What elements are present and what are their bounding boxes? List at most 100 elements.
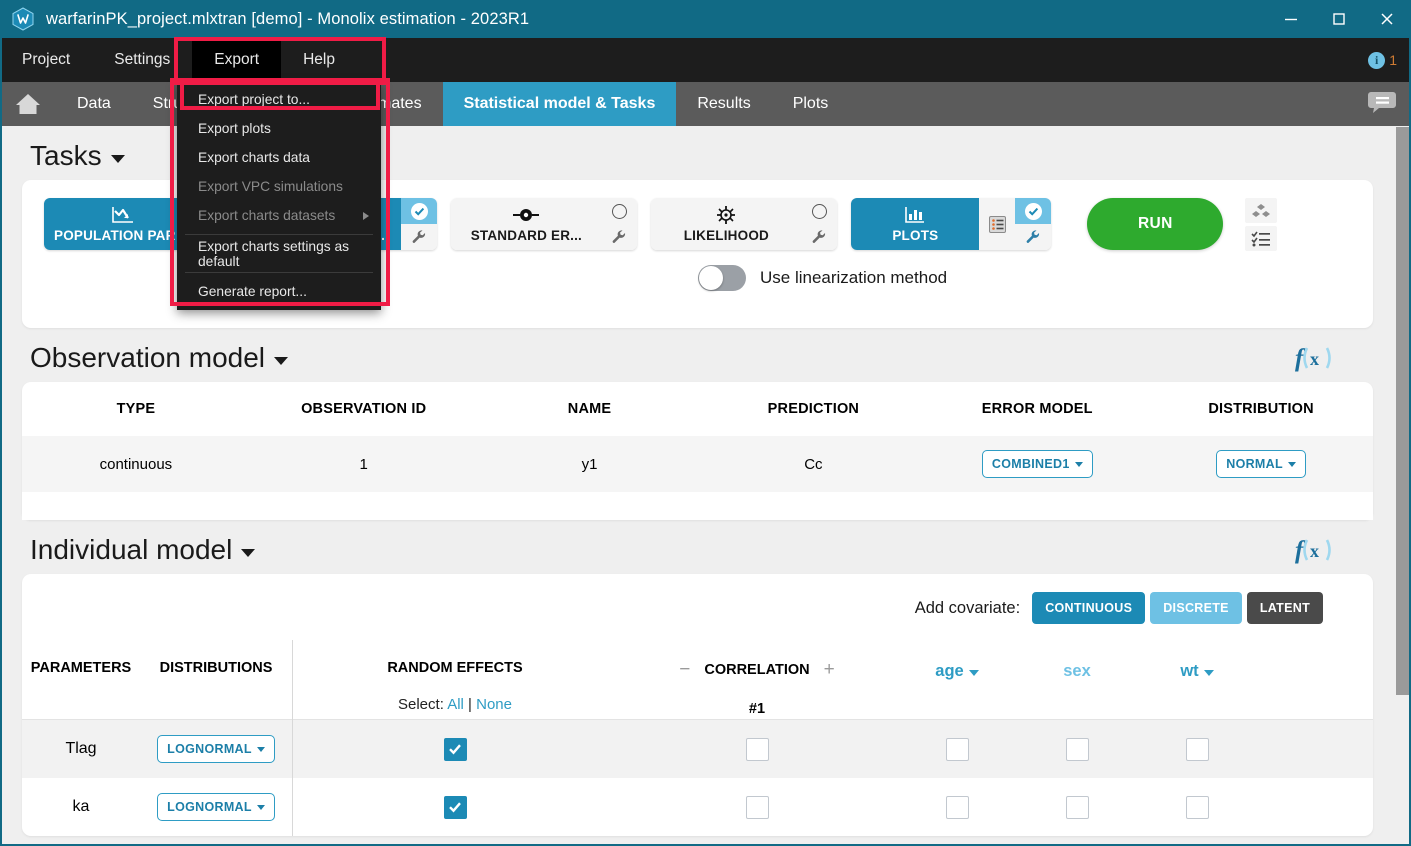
covariate-wt-dropdown[interactable]: wt	[1180, 662, 1214, 681]
menu-item-generate-report[interactable]: Generate report...	[177, 277, 381, 306]
fx-icon[interactable]: f x	[1293, 342, 1341, 374]
correlation-group-label: #1	[748, 701, 766, 717]
chevron-down-icon[interactable]	[274, 357, 289, 365]
covariate-sex-label-wrap[interactable]: sex	[1063, 662, 1091, 681]
tab-data[interactable]: Data	[56, 82, 132, 126]
use-linearization-toggle[interactable]	[698, 265, 746, 291]
vertical-scrollbar[interactable]	[1395, 126, 1411, 846]
chevron-down-icon[interactable]	[241, 549, 256, 557]
correlation-checkbox[interactable]	[745, 737, 769, 761]
tabbar-right	[1367, 82, 1411, 126]
fx-icon[interactable]: f x	[1293, 534, 1341, 566]
task-plots-main[interactable]: PLOTS	[851, 198, 980, 250]
covariate-age-checkbox[interactable]	[945, 737, 969, 761]
task-standard-errors-side	[601, 198, 638, 250]
column-header-prediction: PREDICTION	[767, 401, 860, 417]
cell-covariate-wt	[1137, 795, 1257, 819]
covariate-wt-checkbox[interactable]	[1185, 737, 1209, 761]
scenario-icon[interactable]	[1245, 198, 1278, 223]
add-correlation-button[interactable]: +	[824, 660, 835, 679]
menu-item-export-charts-settings-as-default[interactable]: Export charts settings as default	[177, 239, 381, 269]
close-icon[interactable]	[1363, 0, 1411, 38]
task-likelihood[interactable]: LIKELIHOOD	[651, 198, 838, 250]
cell-random-effect	[293, 795, 617, 819]
individual-model-section-title[interactable]: Individual model f x	[0, 520, 1395, 574]
menu-item-help[interactable]: Help	[281, 38, 357, 82]
list-settings-icon[interactable]	[979, 198, 1016, 250]
scrollbar-thumb[interactable]	[1396, 127, 1410, 695]
covariate-sex-checkbox[interactable]	[1065, 795, 1089, 819]
task-radio-unchecked[interactable]	[601, 198, 637, 224]
tab-plots[interactable]: Plots	[772, 82, 850, 126]
table-row: Tlag LOGNORMAL	[22, 720, 1373, 778]
menu-item-export-vpc-simulations: Export VPC simulations	[198, 179, 343, 194]
menu-item-settings[interactable]: Settings	[92, 38, 192, 82]
menu-item-export-charts-data[interactable]: Export charts data	[177, 143, 381, 172]
task-standard-errors-main[interactable]: STANDARD ER...	[451, 198, 602, 250]
menu-separator	[185, 234, 373, 235]
task-radio-unchecked[interactable]	[801, 198, 837, 224]
task-plots[interactable]: PLOTS	[851, 198, 1052, 250]
comment-bubble-icon[interactable]	[1367, 89, 1397, 120]
menu-item-project[interactable]: Project	[0, 38, 92, 82]
covariate-sex-checkbox[interactable]	[1065, 737, 1089, 761]
column-header-random-effects-group: RANDOM EFFECTS Select: All | None	[293, 640, 617, 713]
error-model-dropdown[interactable]: COMBINED1	[981, 450, 1093, 478]
select-none-link[interactable]: None	[476, 696, 512, 713]
menubar: Project Settings Export Help i 1	[0, 38, 1411, 82]
wrench-icon[interactable]	[401, 224, 437, 250]
menu-item-export-charts-datasets-label: Export charts datasets	[198, 208, 336, 223]
wrench-icon[interactable]	[1015, 224, 1051, 250]
covariate-age-dropdown[interactable]: age	[935, 662, 979, 681]
observation-model-card: TYPE OBSERVATION ID NAME PREDICTION ERRO…	[22, 382, 1373, 520]
task-likelihood-label: LIKELIHOOD	[683, 227, 769, 243]
menu-item-export[interactable]: Export	[192, 38, 282, 82]
cell-correlation	[617, 737, 897, 761]
cell-distribution: LOGNORMAL	[140, 793, 292, 821]
checklist-icon[interactable]	[1245, 226, 1278, 251]
individual-model-header-row: PARAMETERS DISTRIBUTIONS RANDOM EFFECTS …	[22, 628, 1373, 732]
chevron-down-icon[interactable]	[110, 155, 125, 163]
menu-item-export-project-to[interactable]: Export project to...	[177, 85, 381, 114]
distribution-dropdown[interactable]: LOGNORMAL	[157, 735, 275, 763]
add-latent-covariate-button[interactable]: LATENT	[1246, 592, 1323, 624]
random-effect-checkbox[interactable]	[443, 737, 467, 761]
observation-model-section-title[interactable]: Observation model f x	[0, 328, 1395, 382]
wrench-icon[interactable]	[801, 224, 837, 250]
standard-error-icon	[511, 205, 541, 226]
task-likelihood-main[interactable]: LIKELIHOOD	[651, 198, 802, 250]
covariate-age-checkbox[interactable]	[945, 795, 969, 819]
info-badge[interactable]: i 1	[1368, 51, 1397, 69]
run-button[interactable]: RUN	[1087, 198, 1224, 250]
correlation-checkbox[interactable]	[745, 795, 769, 819]
export-dropdown-menu: Export project to... Export plots Export…	[177, 82, 381, 310]
distribution-value: LOGNORMAL	[167, 800, 252, 814]
remove-correlation-button[interactable]: −	[679, 660, 690, 679]
window-controls	[1267, 0, 1411, 38]
wrench-icon[interactable]	[601, 224, 637, 250]
add-continuous-covariate-button[interactable]: CONTINUOUS	[1032, 592, 1146, 624]
task-checked-badge[interactable]	[401, 198, 438, 224]
maximize-icon[interactable]	[1315, 0, 1363, 38]
task-plots-side	[1015, 198, 1052, 250]
distribution-dropdown[interactable]: LOGNORMAL	[157, 793, 275, 821]
window-titlebar: warfarinPK_project.mlxtran [demo] - Mono…	[0, 0, 1411, 38]
cell-parameter: Tlag	[65, 740, 97, 757]
tab-statistical-model-and-tasks[interactable]: Statistical model & Tasks	[442, 82, 677, 126]
select-all-link[interactable]: All	[447, 696, 464, 713]
tab-results[interactable]: Results	[676, 82, 771, 126]
task-checked-badge[interactable]	[1015, 198, 1052, 224]
task-standard-errors[interactable]: STANDARD ER...	[451, 198, 638, 250]
add-discrete-covariate-button[interactable]: DISCRETE	[1150, 592, 1242, 624]
window-title: warfarinPK_project.mlxtran [demo] - Mono…	[46, 9, 530, 28]
distribution-dropdown[interactable]: NORMAL	[1216, 450, 1306, 478]
menu-item-export-plots[interactable]: Export plots	[177, 114, 381, 143]
minimize-icon[interactable]	[1267, 0, 1315, 38]
error-model-value: COMBINED1	[991, 457, 1070, 471]
random-effect-checkbox[interactable]	[443, 795, 467, 819]
covariate-wt-checkbox[interactable]	[1185, 795, 1209, 819]
add-covariate-label: Add covariate:	[914, 598, 1021, 617]
home-icon[interactable]	[0, 82, 56, 126]
column-header-random-effects: RANDOM EFFECTS	[387, 660, 523, 676]
run-side-actions	[1245, 198, 1278, 251]
